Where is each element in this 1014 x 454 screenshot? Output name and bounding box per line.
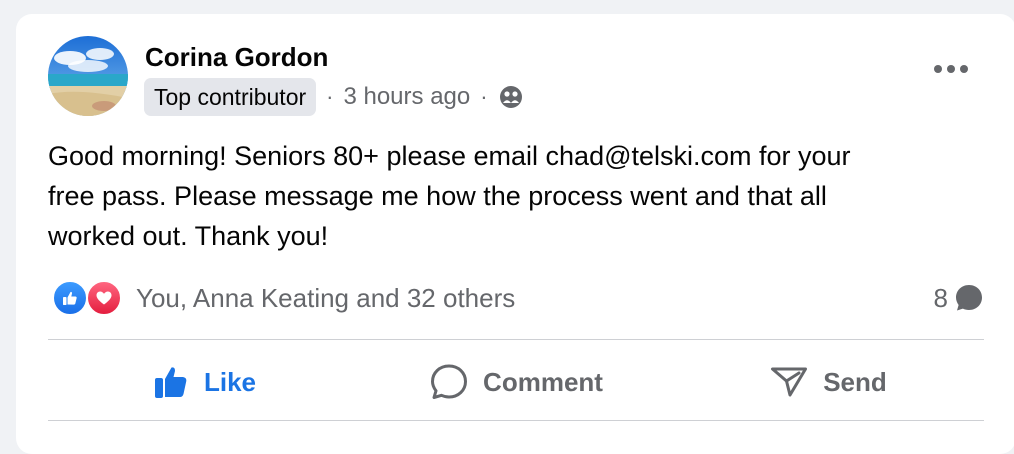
post-actions: Like Comment Send: [48, 342, 984, 422]
divider: [48, 339, 984, 340]
post-meta: Top contributor · 3 hours ago ·: [144, 78, 524, 116]
post-card: Corina Gordon Top contributor · 3 hours …: [16, 14, 1014, 454]
author-name[interactable]: Corina Gordon: [145, 42, 328, 72]
post-text-line: worked out. Thank you!: [48, 221, 329, 251]
comment-button[interactable]: Comment: [360, 342, 672, 422]
comment-label: Comment: [483, 366, 603, 397]
send-button[interactable]: Send: [672, 342, 984, 422]
post-text-line: Good morning! Seniors 80+ please email c…: [48, 141, 851, 171]
more-dots-icon: [934, 65, 942, 73]
love-reaction-icon: [86, 280, 122, 316]
comment-count-label: 8: [933, 282, 948, 313]
comment-icon: [429, 362, 469, 402]
friends-icon[interactable]: [498, 84, 524, 110]
author-avatar[interactable]: [48, 36, 128, 116]
more-options-button[interactable]: [934, 62, 968, 76]
like-reaction-icon: [52, 280, 88, 316]
reactions-text[interactable]: You, Anna Keating and 32 others: [136, 283, 515, 314]
like-button[interactable]: Like: [48, 342, 360, 422]
comment-bubble-icon: [954, 283, 984, 313]
reactions-summary[interactable]: You, Anna Keating and 32 others: [52, 280, 515, 316]
like-label: Like: [203, 366, 257, 397]
comments-count[interactable]: 8: [934, 282, 984, 314]
send-label: Send: [823, 366, 887, 397]
post-text: Good morning! Seniors 80+ please email c…: [48, 136, 968, 256]
post-timestamp[interactable]: 3 hours ago: [343, 83, 470, 111]
divider: [48, 420, 984, 421]
meta-separator: ·: [326, 84, 334, 109]
send-icon: [769, 362, 809, 402]
meta-separator: ·: [480, 84, 488, 109]
like-icon: [152, 363, 190, 401]
post-text-line: free pass. Please message me how the pro…: [48, 181, 827, 211]
top-contributor-badge[interactable]: Top contributor: [144, 78, 317, 116]
